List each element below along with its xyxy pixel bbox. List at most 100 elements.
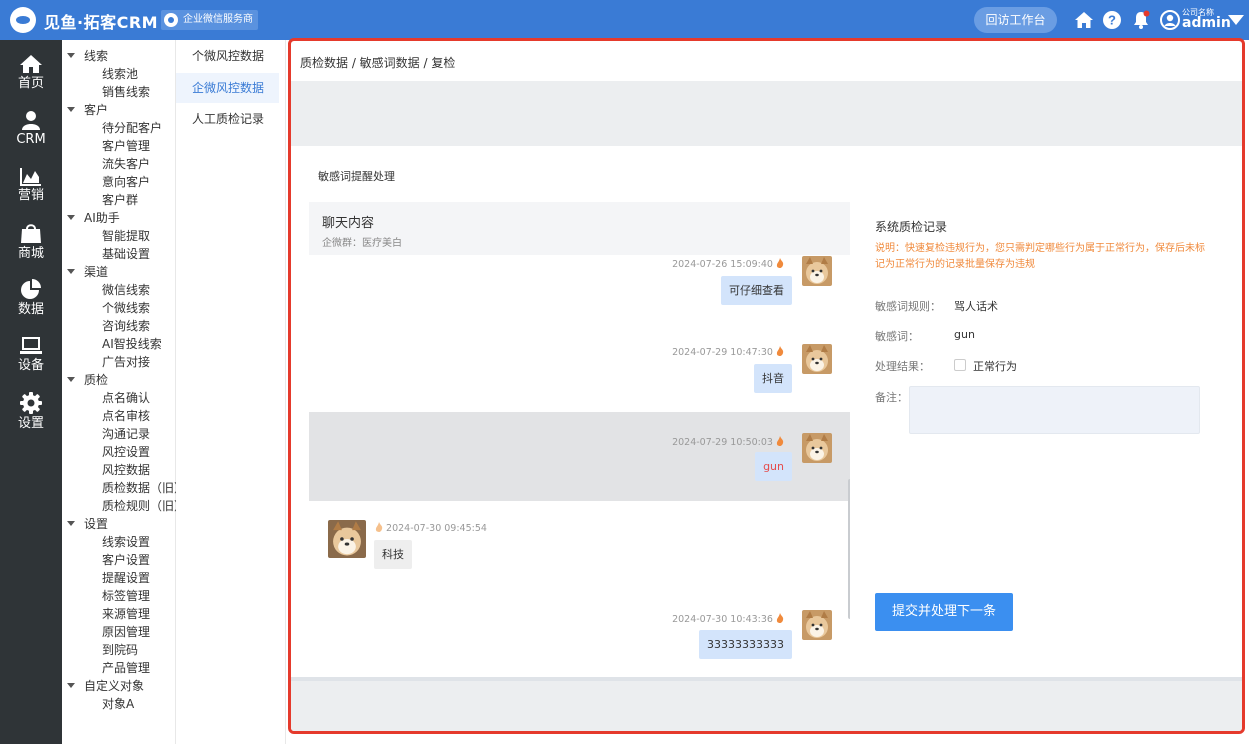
tree-item-label: 来源管理 xyxy=(102,607,151,621)
section-title: 敏感词提醒处理 xyxy=(318,170,395,183)
top-bar: 见鱼·拓客CRM 企业微信服务商 回访工作台 ? 公司名称 admin xyxy=(0,0,1249,40)
tree-item-label: 个微线索 xyxy=(102,301,151,315)
nav-device-label: 设备 xyxy=(17,358,44,373)
tree-item-label: 广告对接 xyxy=(102,355,151,369)
tree-item-label: 线索池 xyxy=(102,67,139,81)
tree-item-label: 线索设置 xyxy=(102,535,151,549)
gear-icon xyxy=(20,392,42,414)
nav-settings[interactable]: 设置 xyxy=(0,392,62,442)
caret-down-icon xyxy=(67,269,75,274)
tree-item-label: 质检规则（旧） xyxy=(102,499,187,513)
module-tree-menu: 线索 线索池 销售线索 客户 待分配客户 客户管理 流失客户 意向客户 客户群 … xyxy=(62,40,186,744)
submenu-manual-quality-records[interactable]: 人工质检记录 xyxy=(176,104,279,134)
avatar xyxy=(802,344,832,374)
message-time: 2024-07-30 10:43:36 xyxy=(672,613,784,625)
tree-item-label: 沟通记录 xyxy=(102,427,151,441)
tree-item-label: 提醒设置 xyxy=(102,571,151,585)
chat-panel: 聊天内容 企微群：医疗美白 2024-07-26 15:09:40 可仔细查看 … xyxy=(309,202,850,677)
fish-logo-icon xyxy=(10,7,36,33)
flame-icon xyxy=(776,613,784,623)
normal-behavior-label[interactable]: 正常行为 xyxy=(973,358,1017,374)
breadcrumb: 质检数据 / 敏感词数据 / 复检 xyxy=(300,56,456,70)
nav-data-label: 数据 xyxy=(17,302,44,317)
tree-group-label: 质检 xyxy=(84,373,109,387)
chat-message: 2024-07-30 09:45:54 科技 xyxy=(309,518,850,578)
tree-item-label: 原因管理 xyxy=(102,625,151,639)
caret-down-icon xyxy=(1228,15,1244,25)
message-time-text: 2024-07-29 10:50:03 xyxy=(672,437,773,448)
shiba-avatar-icon xyxy=(802,433,832,463)
tree-group-label: 线索 xyxy=(84,49,109,63)
nav-crm[interactable]: CRM xyxy=(0,110,62,160)
normal-behavior-checkbox[interactable] xyxy=(954,359,966,371)
help-icon[interactable]: ? xyxy=(1102,10,1122,30)
home-icon[interactable] xyxy=(1074,10,1094,30)
rule-label: 敏感词规则： xyxy=(875,300,941,313)
wecom-icon xyxy=(164,13,178,27)
flame-icon xyxy=(776,436,784,446)
chat-header: 聊天内容 企微群：医疗美白 xyxy=(309,202,850,255)
home-icon xyxy=(20,55,42,73)
nav-home[interactable]: 首页 xyxy=(0,54,62,104)
shopping-bag-icon xyxy=(21,224,41,243)
form-title: 系统质检记录 xyxy=(875,220,948,234)
nav-mall[interactable]: 商城 xyxy=(0,222,62,272)
remark-label: 备注： xyxy=(875,391,908,404)
message-time-text: 2024-07-30 10:43:36 xyxy=(672,614,773,625)
nav-device[interactable]: 设备 xyxy=(0,336,62,386)
message-time-text: 2024-07-30 09:45:54 xyxy=(386,523,487,534)
message-time-text: 2024-07-26 15:09:40 xyxy=(672,259,773,270)
filter-band xyxy=(291,81,1242,146)
sensitive-word-label: 敏感词： xyxy=(875,330,919,343)
chat-group-name: 企微群：医疗美白 xyxy=(322,238,402,249)
main-sidebar: 首页 CRM 营销 商城 数据 设备 设置 xyxy=(0,40,62,744)
chat-message: 2024-07-29 10:47:30 抖音 xyxy=(309,343,850,403)
flame-icon xyxy=(776,258,784,268)
shiba-avatar-icon xyxy=(802,256,832,286)
bell-icon[interactable] xyxy=(1131,10,1151,30)
tree-item-label: 产品管理 xyxy=(102,661,151,675)
back-to-workbench-button[interactable]: 回访工作台 xyxy=(974,7,1057,33)
partner-badge: 企业微信服务商 xyxy=(161,10,258,30)
remark-input[interactable] xyxy=(909,386,1200,434)
submit-next-button[interactable]: 提交并处理下一条 xyxy=(875,593,1013,631)
submenu-wecom-risk[interactable]: 企微风控数据 xyxy=(176,73,279,103)
area-chart-icon xyxy=(20,168,41,186)
shiba-avatar-icon xyxy=(328,520,366,558)
user-icon xyxy=(22,111,40,130)
chat-message: 2024-07-26 15:09:40 可仔细查看 xyxy=(309,255,850,315)
tree-group-label: AI助手 xyxy=(84,211,120,225)
message-time: 2024-07-30 09:45:54 xyxy=(375,522,487,534)
user-menu[interactable]: 公司名称 admin xyxy=(1160,8,1246,32)
message-time: 2024-07-29 10:50:03 xyxy=(672,436,784,448)
nav-data[interactable]: 数据 xyxy=(0,278,62,328)
tree-item-label: 对象A xyxy=(102,697,135,711)
tree-item-label: 风控数据 xyxy=(102,463,151,477)
user-name: admin xyxy=(1182,15,1231,31)
tree-item-label: 客户群 xyxy=(102,193,139,207)
laptop-icon xyxy=(20,337,42,354)
form-instructions: 说明：快速复检违规行为，您只需判定哪些行为属于正常行为，保存后未标记为正常行为的… xyxy=(875,243,1205,270)
tree-item-label: 客户设置 xyxy=(102,553,151,567)
tree-item-label: 到院码 xyxy=(102,643,139,657)
shiba-avatar-icon xyxy=(802,610,832,640)
message-bubble-sensitive: gun xyxy=(755,452,792,481)
chat-scrollbar[interactable] xyxy=(848,479,850,619)
tree-group-label: 客户 xyxy=(84,103,109,117)
nav-marketing[interactable]: 营销 xyxy=(0,166,62,216)
message-bubble: 可仔细查看 xyxy=(721,276,792,305)
avatar xyxy=(328,520,366,558)
avatar-icon xyxy=(1160,10,1180,30)
tree-item-label: 标签管理 xyxy=(102,589,151,603)
tree-group-label: 设置 xyxy=(84,517,109,531)
tree-item-label: 咨询线索 xyxy=(102,319,151,333)
shiba-avatar-icon xyxy=(802,344,832,374)
flame-icon xyxy=(375,522,383,532)
tree-item-label: 基础设置 xyxy=(102,247,151,261)
tree-group-label: 渠道 xyxy=(84,265,109,279)
nav-settings-label: 设置 xyxy=(17,416,44,431)
flame-icon xyxy=(776,346,784,356)
result-label: 处理结果： xyxy=(875,360,930,373)
submenu-personal-wechat-risk[interactable]: 个微风控数据 xyxy=(176,41,279,71)
message-bubble: 抖音 xyxy=(754,364,792,393)
